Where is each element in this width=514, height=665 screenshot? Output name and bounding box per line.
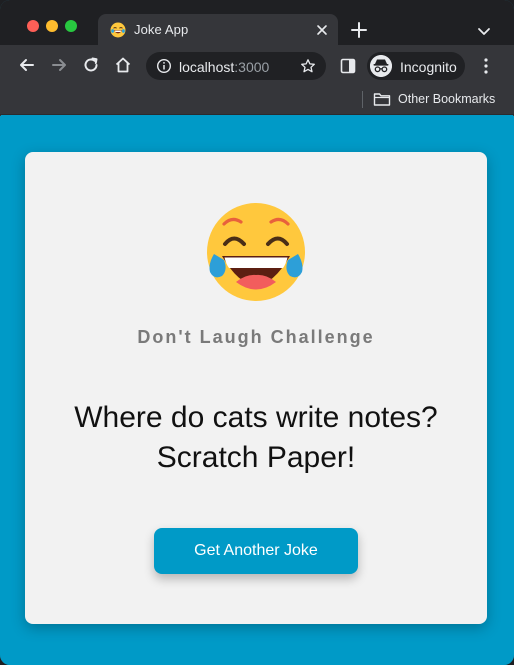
bookmarks-divider	[362, 91, 363, 108]
joke-punchline: Scratch Paper!	[156, 441, 356, 474]
new-tab-icon[interactable]	[350, 21, 368, 39]
tab-title: Joke App	[134, 22, 189, 37]
side-panel-icon[interactable]	[340, 58, 356, 74]
minimize-window-button[interactable]	[46, 20, 58, 32]
browser-window: Joke App localhost:3000 Incognito Other …	[0, 0, 514, 665]
reload-icon[interactable]	[82, 56, 100, 74]
home-icon[interactable]	[114, 56, 132, 74]
more-options-icon[interactable]	[478, 57, 494, 75]
address-bar[interactable]: localhost:3000	[146, 52, 326, 80]
url-host: localhost	[179, 59, 235, 75]
browser-tab[interactable]: Joke App	[98, 14, 338, 45]
forward-arrow-icon[interactable]	[50, 56, 68, 74]
incognito-label: Incognito	[400, 59, 457, 75]
challenge-heading: Don't Laugh Challenge	[137, 327, 375, 347]
site-info-icon[interactable]	[156, 58, 172, 74]
incognito-icon	[370, 55, 392, 77]
bookmark-star-icon[interactable]	[300, 58, 316, 74]
folder-icon[interactable]	[373, 91, 391, 107]
joke-setup: Where do cats write notes?	[74, 401, 438, 434]
url-text: localhost:3000	[179, 59, 269, 75]
tab-strip: Joke App	[0, 0, 514, 45]
laughing-with-tears-emoji-icon	[207, 203, 305, 301]
other-bookmarks-folder[interactable]: Other Bookmarks	[398, 92, 495, 106]
close-window-button[interactable]	[27, 20, 39, 32]
laughing-emoji-icon	[110, 22, 126, 38]
url-port: :3000	[234, 59, 270, 75]
close-tab-icon[interactable]	[314, 22, 330, 38]
get-another-joke-button[interactable]: Get Another Joke	[154, 528, 358, 574]
browser-toolbar: localhost:3000 Incognito	[0, 45, 514, 85]
page-viewport: Don't Laugh Challenge Where do cats writ…	[0, 116, 514, 665]
maximize-window-button[interactable]	[65, 20, 77, 32]
back-arrow-icon[interactable]	[18, 56, 36, 74]
joke-card: Don't Laugh Challenge Where do cats writ…	[25, 152, 487, 624]
incognito-profile-button[interactable]: Incognito	[367, 52, 465, 80]
joke-text: Where do cats write notes? Scratch Paper…	[25, 398, 487, 478]
bookmarks-bar: Other Bookmarks	[0, 85, 514, 115]
chevron-down-icon[interactable]	[476, 23, 492, 39]
